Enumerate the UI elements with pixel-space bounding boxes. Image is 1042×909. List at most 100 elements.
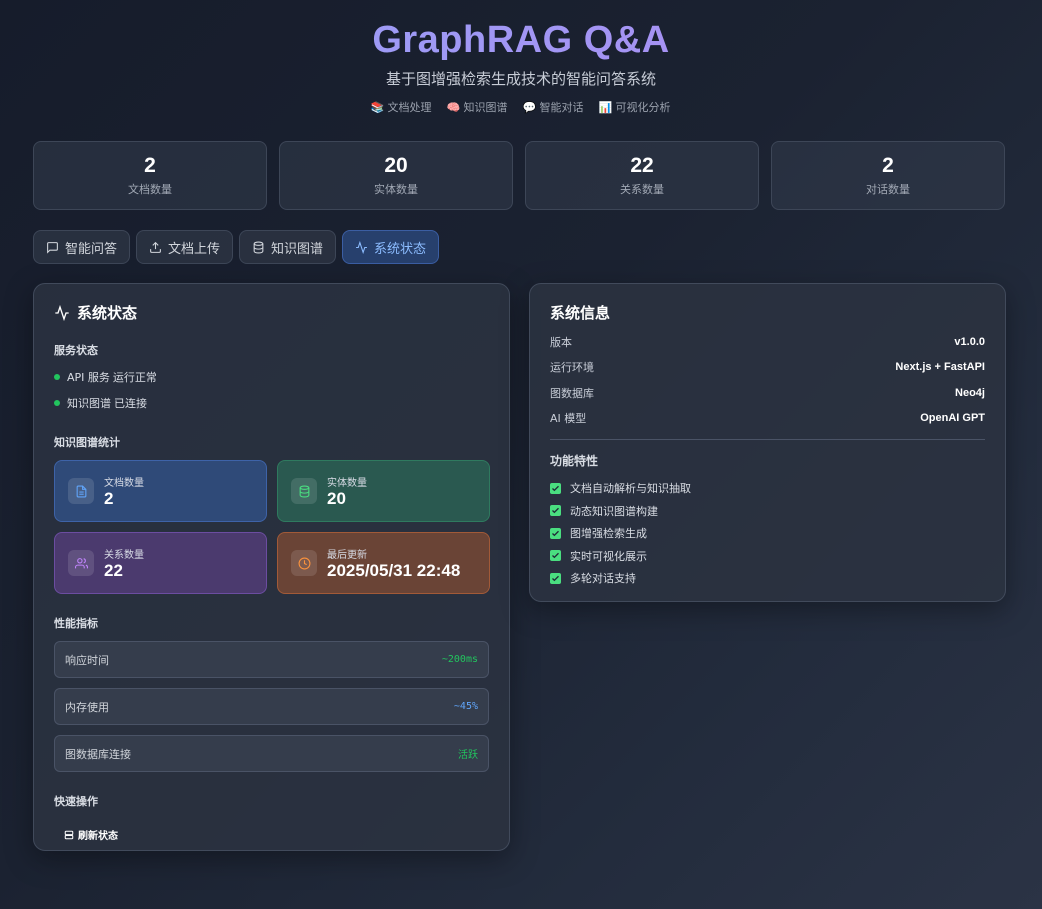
database-icon (253, 241, 264, 253)
file-icon (68, 478, 94, 504)
checkmark-icon (550, 482, 561, 494)
refresh-label: 刷新状态 (78, 831, 118, 842)
server-icon (64, 830, 74, 839)
upload-icon (150, 241, 161, 253)
kg-card-label: 文档数量 (104, 477, 144, 489)
perf-row-graph-db: 图数据库连接 活跃 (54, 735, 489, 772)
kg-card-last-updated: 最后更新 2025/05/31 22:48 (277, 532, 490, 594)
divider (550, 439, 985, 440)
perf-label-text: 响应时间 (65, 653, 109, 667)
perf-row-response-time: 响应时间 ~200ms (54, 641, 489, 678)
features-label: 功能特性 (550, 454, 599, 468)
feature-item: 图增强检索生成 (550, 522, 985, 545)
service-name: 知识图谱 (67, 397, 111, 410)
stat-label: 实体数量 (374, 182, 418, 196)
kg-stats-grid: 文档数量 2 实体数量 20 关系数量 22 最后更新 2025/05/31 22:48 (54, 460, 490, 594)
service-api: API 服务 运行正常 (54, 369, 489, 385)
info-label: 图数据库 (550, 386, 594, 400)
kg-card-label: 实体数量 (327, 477, 367, 489)
refresh-status-button[interactable]: 刷新状态 (54, 827, 489, 842)
info-label: AI 模型 (550, 412, 587, 426)
app-subtitle: 基于图增强检索生成技术的智能问答系统 (385, 70, 656, 88)
tab-upload[interactable]: 文档上传 (136, 230, 234, 264)
stat-conversations: 2 对话数量 (771, 141, 1005, 210)
tab-qa[interactable]: 智能问答 (33, 230, 131, 264)
info-label: 版本 (550, 335, 572, 349)
tab-bar: 智能问答 文档上传 知识图谱 系统状态 (33, 230, 440, 264)
kg-card-value: 2025/05/31 22:48 (327, 560, 461, 580)
info-value: Next.js + FastAPI (895, 361, 985, 374)
panel-title: 系统状态 (54, 302, 489, 323)
perf-label: 性能指标 (54, 617, 98, 630)
perf-label-text: 图数据库连接 (65, 747, 131, 761)
tab-knowledge-graph[interactable]: 知识图谱 (239, 230, 337, 264)
feature-tag-chat: 💬 智能对话 (523, 99, 584, 115)
stat-value: 20 (384, 153, 408, 177)
panel-title-text: 系统信息 (550, 304, 611, 322)
tab-label: 系统状态 (374, 241, 427, 257)
kg-card-documents: 文档数量 2 (54, 460, 267, 522)
status-dot (54, 400, 60, 406)
header: GraphRAG Q&A 基于图增强检索生成技术的智能问答系统 📚 文档处理 🧠 知… (0, 0, 1042, 115)
feature-item: 动态知识图谱构建 (550, 500, 985, 523)
feature-tag-label: 文档处理 (387, 101, 432, 114)
kg-card-relations: 关系数量 22 (54, 532, 267, 594)
brain-icon: 🧠 (446, 100, 461, 114)
stats-bar: 2 文档数量 20 实体数量 22 关系数量 2 对话数量 (33, 141, 1005, 210)
books-icon: 📚 (370, 100, 385, 114)
info-value: Neo4j (955, 386, 985, 399)
activity-icon (356, 240, 367, 254)
info-label: 运行环境 (550, 361, 594, 375)
panel-title: 系统信息 (550, 302, 985, 323)
info-row-runtime: 运行环境 Next.js + FastAPI (550, 355, 985, 381)
stat-value: 2 (882, 153, 894, 177)
tab-label: 智能问答 (65, 241, 118, 257)
tab-label: 知识图谱 (271, 241, 324, 257)
stat-label: 关系数量 (620, 182, 664, 196)
kg-card-label: 关系数量 (104, 549, 144, 561)
kg-card-label: 最后更新 (327, 549, 367, 561)
info-value: v1.0.0 (954, 335, 985, 348)
feature-text: 图增强检索生成 (570, 527, 647, 541)
kg-card-entities: 实体数量 20 (277, 460, 490, 522)
checkmark-icon (550, 527, 561, 539)
stat-label: 文档数量 (128, 182, 172, 196)
feature-tags: 📚 文档处理 🧠 知识图谱 💬 智能对话 📊 可视化分析 (0, 99, 1042, 115)
feature-item: 文档自动解析与知识抽取 (550, 477, 985, 500)
chat-icon (47, 241, 58, 254)
info-value: OpenAI GPT (920, 412, 985, 425)
panel-title-text: 系统状态 (77, 304, 138, 322)
feature-tag-viz: 📊 可视化分析 (599, 99, 671, 115)
stat-label: 对话数量 (866, 182, 910, 196)
services-label: 服务状态 (54, 344, 98, 357)
quick-actions-label: 快速操作 (54, 795, 98, 808)
feature-text: 动态知识图谱构建 (570, 504, 658, 518)
stat-entities: 20 实体数量 (279, 141, 513, 210)
stat-value: 22 (630, 153, 654, 177)
stat-documents: 2 文档数量 (33, 141, 267, 210)
clock-icon (291, 550, 317, 576)
kg-card-value: 20 (327, 488, 346, 508)
service-state: 运行正常 (112, 371, 157, 384)
feature-item: 实时可视化展示 (550, 545, 985, 568)
kg-card-value: 2 (104, 488, 114, 508)
feature-text: 实时可视化展示 (570, 549, 647, 563)
stat-value: 2 (144, 153, 156, 177)
activity-icon (55, 304, 69, 321)
users-icon (68, 550, 94, 576)
info-row-graph-db: 图数据库 Neo4j (550, 380, 985, 406)
system-status-panel: 系统状态 服务状态 API 服务 运行正常 知识图谱 已连接 知识图谱统计 文档数量… (33, 283, 510, 851)
info-row-ai-model: AI 模型 OpenAI GPT (550, 406, 985, 432)
perf-value: ~45% (453, 701, 478, 712)
database-icon (291, 478, 317, 504)
feature-text: 多轮对话支持 (570, 572, 636, 586)
info-row-version: 版本 v1.0.0 (550, 329, 985, 355)
kg-card-value: 22 (104, 560, 123, 580)
app-title: GraphRAG Q&A (0, 18, 1042, 62)
feature-tag-kg: 🧠 知识图谱 (446, 99, 508, 115)
feature-item: 多轮对话支持 (550, 567, 985, 590)
checkmark-icon (550, 572, 561, 584)
service-kg: 知识图谱 已连接 (54, 395, 489, 411)
tab-system-status[interactable]: 系统状态 (342, 230, 440, 264)
feature-tag-docs: 📚 文档处理 (370, 99, 432, 115)
